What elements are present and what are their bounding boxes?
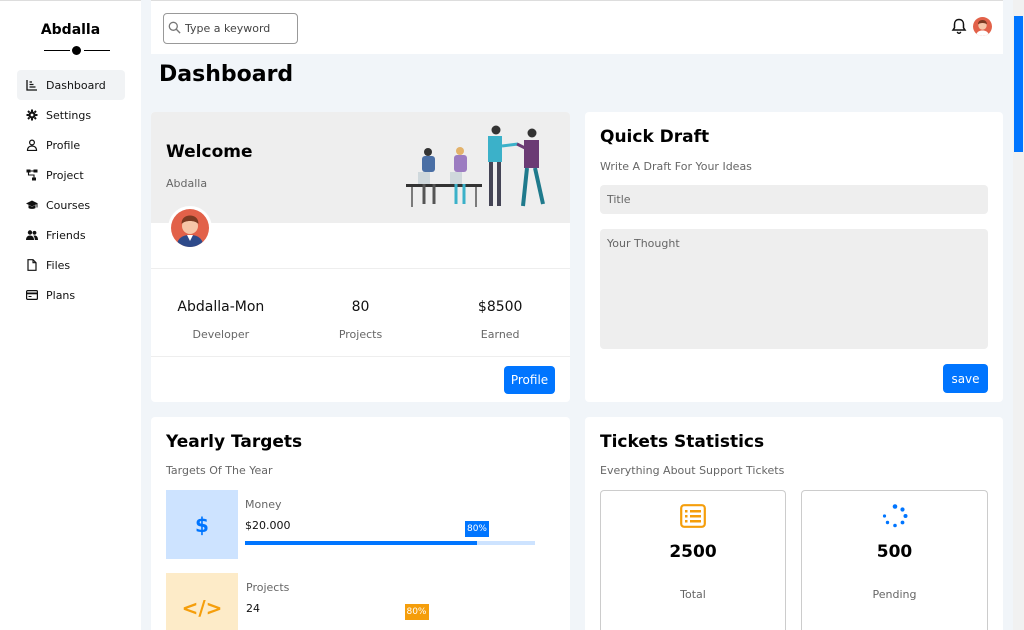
stat-projects: 80 Projects bbox=[291, 269, 431, 356]
stat-value: Abdalla-Mon bbox=[177, 299, 265, 315]
tickets-card: Tickets Statistics Everything About Supp… bbox=[585, 417, 1003, 630]
users-icon bbox=[26, 229, 38, 241]
top-bar bbox=[151, 0, 1003, 54]
sidebar-item-label: Dashboard bbox=[46, 78, 106, 92]
search-icon bbox=[168, 19, 181, 38]
brand-title: Abdalla bbox=[40, 22, 101, 38]
brand-divider-left bbox=[44, 50, 70, 51]
sidebar: Abdalla Dashboard Settings Profile Proje… bbox=[0, 0, 141, 630]
sidebar-item-label: Friends bbox=[46, 228, 86, 242]
ticket-stat-total: 2500 Total bbox=[600, 490, 786, 630]
yearly-targets-title: Yearly Targets bbox=[166, 432, 303, 452]
money-progress-tooltip: 80% bbox=[465, 521, 489, 537]
credit-card-icon bbox=[26, 289, 38, 301]
ticket-value: 2500 bbox=[669, 542, 717, 562]
sidebar-item-project[interactable]: Project bbox=[17, 160, 125, 190]
sidebar-nav: Dashboard Settings Profile Project Cours… bbox=[17, 70, 125, 310]
diagram-icon bbox=[26, 169, 38, 181]
ticket-value: 500 bbox=[876, 542, 913, 562]
ticket-label: Total bbox=[680, 588, 706, 601]
stat-label: Developer bbox=[192, 328, 250, 341]
money-progress-fill bbox=[245, 541, 477, 545]
quick-draft-title: Quick Draft bbox=[600, 127, 710, 147]
target-label: Projects bbox=[246, 581, 290, 594]
sidebar-item-label: Settings bbox=[46, 108, 92, 122]
sidebar-item-label: Courses bbox=[46, 198, 91, 212]
brand-divider-right bbox=[84, 50, 110, 51]
stat-label: Projects bbox=[338, 328, 383, 341]
draft-title-input[interactable] bbox=[600, 185, 988, 214]
gear-icon bbox=[26, 109, 38, 121]
stat-earned: $8500 Earned bbox=[430, 269, 570, 356]
stat-name: Abdalla-Mon Developer bbox=[151, 269, 291, 356]
team-illustration bbox=[406, 125, 545, 207]
tickets-title: Tickets Statistics bbox=[600, 432, 765, 452]
save-button[interactable]: save bbox=[943, 364, 988, 393]
sidebar-item-friends[interactable]: Friends bbox=[17, 220, 125, 250]
ticket-label: Pending bbox=[872, 588, 917, 601]
profile-button[interactable]: Profile bbox=[504, 366, 555, 394]
list-icon bbox=[680, 504, 706, 528]
dollar-icon: $ bbox=[166, 490, 238, 559]
profile-stats: Abdalla-Mon Developer 80 Projects $8500 … bbox=[151, 268, 570, 357]
stat-value: $8500 bbox=[477, 299, 523, 315]
sidebar-item-plans[interactable]: Plans bbox=[17, 280, 125, 310]
stat-value: 80 bbox=[351, 299, 370, 315]
target-value: 24 bbox=[246, 602, 260, 615]
target-value: $20.000 bbox=[245, 519, 291, 532]
search-box[interactable] bbox=[163, 13, 298, 44]
welcome-subtitle: Abdalla bbox=[166, 177, 208, 190]
chart-icon bbox=[26, 79, 38, 91]
file-icon bbox=[26, 259, 38, 271]
target-label: Money bbox=[245, 498, 282, 511]
graduation-cap-icon bbox=[26, 199, 38, 211]
ticket-stat-pending: 500 Pending bbox=[801, 490, 988, 630]
code-icon: </> bbox=[166, 573, 238, 630]
sidebar-item-profile[interactable]: Profile bbox=[17, 130, 125, 160]
spinner-icon bbox=[882, 504, 908, 528]
sidebar-item-label: Project bbox=[46, 168, 84, 182]
avatar[interactable] bbox=[973, 17, 992, 36]
bell-icon[interactable] bbox=[951, 18, 967, 35]
brand-dot bbox=[72, 46, 81, 55]
search-input[interactable] bbox=[185, 22, 290, 35]
welcome-title: Welcome bbox=[166, 142, 253, 162]
quick-draft-subtitle: Write A Draft For Your Ideas bbox=[600, 160, 752, 173]
sidebar-item-label: Plans bbox=[46, 288, 76, 302]
welcome-card: Welcome Abdalla Abdalla-Mon Developer 80… bbox=[151, 112, 570, 402]
money-progress-track bbox=[245, 541, 535, 545]
profile-avatar bbox=[168, 206, 212, 250]
sidebar-item-courses[interactable]: Courses bbox=[17, 190, 125, 220]
user-icon bbox=[26, 139, 38, 151]
tickets-subtitle: Everything About Support Tickets bbox=[600, 464, 785, 477]
sidebar-item-settings[interactable]: Settings bbox=[17, 100, 125, 130]
sidebar-item-label: Files bbox=[46, 258, 71, 272]
projects-progress-tooltip: 80% bbox=[404, 604, 429, 620]
yearly-targets-subtitle: Targets Of The Year bbox=[166, 464, 273, 477]
sidebar-item-label: Profile bbox=[46, 138, 81, 152]
quick-draft-card: Quick Draft Write A Draft For Your Ideas… bbox=[585, 112, 1003, 402]
sidebar-item-files[interactable]: Files bbox=[17, 250, 125, 280]
page-title: Dashboard bbox=[159, 62, 294, 87]
scrollbar-thumb[interactable] bbox=[1014, 16, 1023, 152]
yearly-targets-card: Yearly Targets Targets Of The Year $ Mon… bbox=[151, 417, 570, 630]
sidebar-item-dashboard[interactable]: Dashboard bbox=[17, 70, 125, 100]
draft-thought-textarea[interactable] bbox=[600, 229, 988, 349]
stat-label: Earned bbox=[480, 328, 520, 341]
